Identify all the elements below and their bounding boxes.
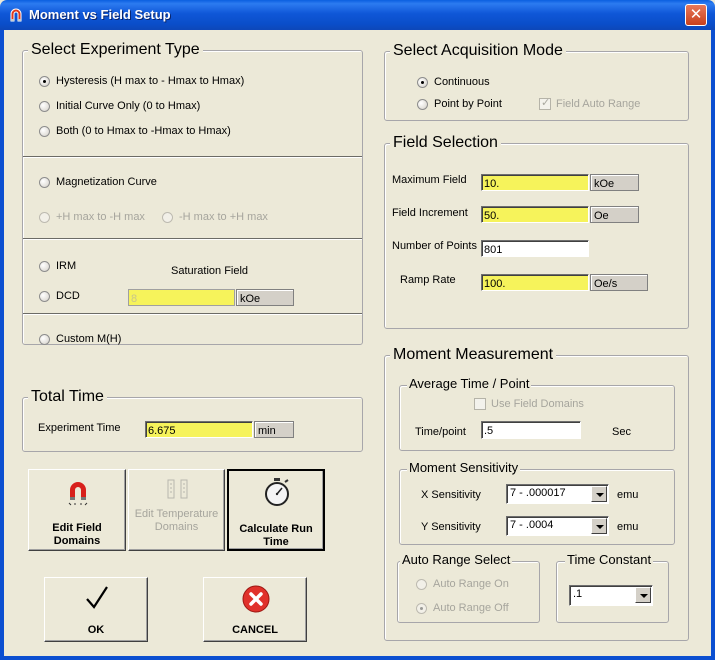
number-of-points-input[interactable]: 801 (481, 240, 589, 257)
pos-to-neg-label[interactable]: +H max to -H max (56, 211, 145, 223)
time-per-point-label: Time/point (415, 426, 466, 438)
time-per-point-input[interactable]: .5 (481, 421, 581, 439)
acquisition-mode-group (384, 51, 689, 121)
edit-field-domains-button[interactable]: Edit Field Domains (28, 469, 126, 551)
cancel-label: CANCEL (232, 624, 278, 636)
field-selection-title: Field Selection (390, 134, 501, 152)
field-selection-group (384, 143, 689, 329)
calculate-run-time-label: Calculate Run Time (239, 523, 313, 548)
both-label[interactable]: Both (0 to Hmax to -Hmax to Hmax) (56, 125, 231, 137)
neg-to-pos-radio[interactable] (162, 212, 173, 223)
auto-range-off-radio[interactable] (416, 603, 427, 614)
number-of-points-label: Number of Points (392, 240, 477, 252)
window-frame-bottom (0, 656, 715, 660)
ok-label: OK (87, 624, 105, 636)
stopwatch-icon (263, 477, 291, 510)
x-sensitivity-label: X Sensitivity (421, 489, 481, 501)
ramp-rate-label: Ramp Rate (400, 274, 456, 286)
maximum-field-input[interactable]: 10. (481, 174, 589, 191)
field-increment-unit: Oe (590, 206, 639, 223)
hysteresis-radio[interactable] (39, 76, 50, 87)
field-increment-input[interactable]: 50. (481, 206, 589, 223)
experiment-time-value: 6.675 (145, 421, 253, 438)
time-constant-value: .1 (573, 588, 583, 600)
thermometer-icon (165, 478, 191, 505)
both-radio[interactable] (39, 126, 50, 137)
window-frame-right (711, 30, 715, 660)
dcd-label[interactable]: DCD (56, 290, 80, 302)
y-sensitivity-label: Y Sensitivity (421, 521, 481, 533)
average-time-title: Average Time / Point (407, 376, 532, 391)
magnet-icon (67, 480, 89, 509)
magnetization-curve-radio[interactable] (39, 177, 50, 188)
moment-measurement-title: Moment Measurement (390, 346, 557, 364)
neg-to-pos-label[interactable]: -H max to +H max (179, 211, 268, 223)
cancel-x-icon (241, 584, 271, 617)
divider (23, 313, 362, 315)
initial-curve-label[interactable]: Initial Curve Only (0 to Hmax) (56, 100, 200, 112)
time-constant-select[interactable]: .1 (569, 585, 653, 606)
checkmark-icon (85, 585, 109, 614)
divider (23, 156, 362, 158)
custom-mh-radio[interactable] (39, 334, 50, 345)
experiment-time-label: Experiment Time (38, 422, 121, 434)
irm-radio[interactable] (39, 261, 50, 272)
calculate-run-time-button[interactable]: Calculate Run Time (227, 469, 325, 551)
ok-button[interactable]: OK (44, 577, 148, 642)
chevron-down-icon[interactable] (591, 518, 607, 534)
field-auto-range-checkbox[interactable] (539, 96, 551, 110)
window-title: Moment vs Field Setup (29, 7, 171, 22)
auto-range-on-radio[interactable] (416, 579, 427, 590)
dcd-radio[interactable] (39, 291, 50, 302)
close-button[interactable]: ✕ (685, 4, 707, 26)
field-auto-range-label[interactable]: Field Auto Range (556, 98, 640, 110)
edit-field-domains-label: Edit Field Domains (52, 522, 102, 547)
experiment-type-title: Select Experiment Type (28, 41, 203, 59)
hysteresis-label[interactable]: Hysteresis (H max to - Hmax to Hmax) (56, 75, 244, 87)
pos-to-neg-radio[interactable] (39, 212, 50, 223)
total-time-title: Total Time (28, 388, 107, 406)
x-sensitivity-unit: emu (617, 489, 639, 501)
chevron-down-icon[interactable] (635, 587, 651, 603)
use-field-domains-checkbox[interactable] (474, 398, 486, 410)
auto-range-title: Auto Range Select (400, 552, 513, 567)
maximum-field-unit: kOe (590, 174, 639, 191)
chevron-down-icon[interactable] (591, 486, 607, 502)
edit-temperature-domains-button[interactable]: Edit Temperature Domains (128, 469, 225, 551)
moment-sensitivity-title: Moment Sensitivity (407, 460, 521, 475)
acquisition-mode-title: Select Acquisition Mode (390, 42, 566, 60)
edit-temperature-domains-label: Edit Temperature Domains (134, 508, 219, 533)
y-sensitivity-select[interactable]: 7 - .0004 (506, 516, 609, 536)
ramp-rate-unit: Oe/s (590, 274, 648, 291)
saturation-field-input[interactable]: 8 (128, 289, 235, 306)
x-sensitivity-select[interactable]: 7 - .000017 (506, 484, 609, 504)
irm-label[interactable]: IRM (56, 260, 76, 272)
point-by-point-radio[interactable] (417, 99, 428, 110)
time-per-point-unit: Sec (612, 426, 631, 438)
maximum-field-label: Maximum Field (392, 174, 467, 186)
saturation-field-label: Saturation Field (171, 265, 249, 277)
cancel-button[interactable]: CANCEL (203, 577, 307, 642)
saturation-unit: kOe (236, 289, 294, 306)
divider (23, 238, 362, 240)
x-sensitivity-value: 7 - .000017 (510, 487, 566, 499)
continuous-label[interactable]: Continuous (434, 76, 490, 88)
average-time-group (399, 385, 675, 451)
auto-range-off-label[interactable]: Auto Range Off (433, 602, 509, 614)
initial-curve-radio[interactable] (39, 101, 50, 112)
custom-mh-label[interactable]: Custom M(H) (56, 333, 121, 345)
experiment-time-unit: min (254, 421, 294, 438)
y-sensitivity-unit: emu (617, 521, 639, 533)
ramp-rate-input[interactable]: 100. (481, 274, 589, 291)
magnet-app-icon (8, 7, 24, 23)
time-constant-title: Time Constant (565, 552, 654, 567)
point-by-point-label[interactable]: Point by Point (434, 98, 502, 110)
continuous-radio[interactable] (417, 77, 428, 88)
y-sensitivity-value: 7 - .0004 (510, 519, 554, 531)
use-field-domains-label[interactable]: Use Field Domains (491, 398, 584, 410)
magnetization-curve-label[interactable]: Magnetization Curve (56, 176, 157, 188)
auto-range-on-label[interactable]: Auto Range On (433, 578, 509, 590)
field-increment-label: Field Increment (392, 207, 468, 219)
